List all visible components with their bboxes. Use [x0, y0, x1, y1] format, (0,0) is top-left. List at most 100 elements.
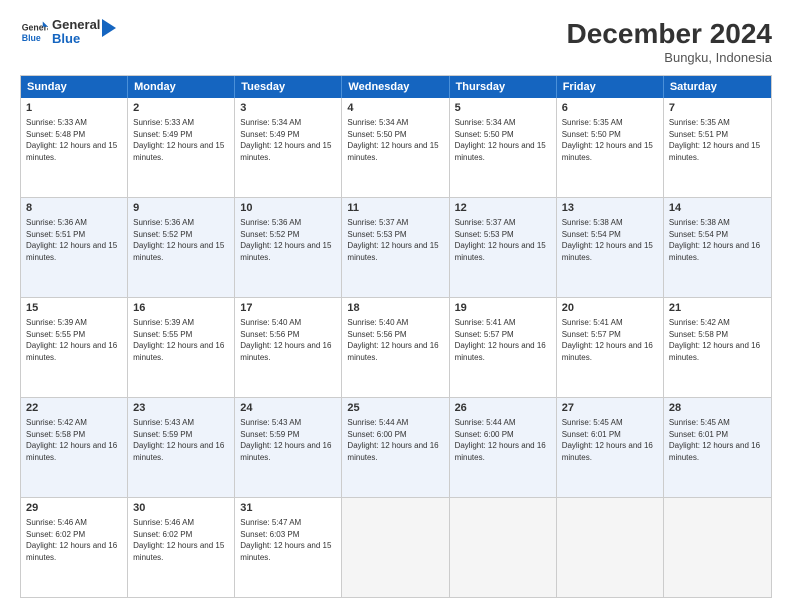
- cell-info: Sunrise: 5:43 AMSunset: 5:59 PMDaylight:…: [240, 418, 331, 462]
- day-num: 3: [240, 101, 336, 116]
- month-title: December 2024: [567, 18, 772, 50]
- cal-row-5: 29 Sunrise: 5:46 AMSunset: 6:02 PMDaylig…: [21, 497, 771, 597]
- cell-info: Sunrise: 5:36 AMSunset: 5:52 PMDaylight:…: [133, 218, 224, 262]
- cell-info: Sunrise: 5:39 AMSunset: 5:55 PMDaylight:…: [26, 318, 117, 362]
- header-monday: Monday: [128, 76, 235, 98]
- svg-text:Blue: Blue: [22, 33, 41, 43]
- day-num: 17: [240, 301, 336, 316]
- location-subtitle: Bungku, Indonesia: [567, 50, 772, 65]
- calendar: Sunday Monday Tuesday Wednesday Thursday…: [20, 75, 772, 598]
- cell-5: 5 Sunrise: 5:34 AMSunset: 5:50 PMDayligh…: [450, 98, 557, 197]
- cell-30: 30 Sunrise: 5:46 AMSunset: 6:02 PMDaylig…: [128, 498, 235, 597]
- logo-text-general: General: [52, 18, 100, 32]
- cell-info: Sunrise: 5:35 AMSunset: 5:50 PMDaylight:…: [562, 118, 653, 162]
- day-num: 6: [562, 101, 658, 116]
- cell-info: Sunrise: 5:37 AMSunset: 5:53 PMDaylight:…: [347, 218, 438, 262]
- logo-text-blue: Blue: [52, 32, 100, 46]
- cell-info: Sunrise: 5:45 AMSunset: 6:01 PMDaylight:…: [562, 418, 653, 462]
- logo-icon: General Blue: [20, 18, 48, 46]
- cell-info: Sunrise: 5:40 AMSunset: 5:56 PMDaylight:…: [347, 318, 438, 362]
- cell-info: Sunrise: 5:44 AMSunset: 6:00 PMDaylight:…: [347, 418, 438, 462]
- cell-info: Sunrise: 5:33 AMSunset: 5:48 PMDaylight:…: [26, 118, 117, 162]
- cell-empty-3: [557, 498, 664, 597]
- cell-10: 10 Sunrise: 5:36 AMSunset: 5:52 PMDaylig…: [235, 198, 342, 297]
- cell-info: Sunrise: 5:43 AMSunset: 5:59 PMDaylight:…: [133, 418, 224, 462]
- cell-3: 3 Sunrise: 5:34 AMSunset: 5:49 PMDayligh…: [235, 98, 342, 197]
- cell-info: Sunrise: 5:47 AMSunset: 6:03 PMDaylight:…: [240, 518, 331, 562]
- title-block: December 2024 Bungku, Indonesia: [567, 18, 772, 65]
- cell-info: Sunrise: 5:34 AMSunset: 5:50 PMDaylight:…: [347, 118, 438, 162]
- cell-info: Sunrise: 5:38 AMSunset: 5:54 PMDaylight:…: [562, 218, 653, 262]
- cell-4: 4 Sunrise: 5:34 AMSunset: 5:50 PMDayligh…: [342, 98, 449, 197]
- page: General Blue General Blue December 2024 …: [0, 0, 792, 612]
- cell-22: 22 Sunrise: 5:42 AMSunset: 5:58 PMDaylig…: [21, 398, 128, 497]
- cell-empty-2: [450, 498, 557, 597]
- cell-7: 7 Sunrise: 5:35 AMSunset: 5:51 PMDayligh…: [664, 98, 771, 197]
- day-num: 12: [455, 201, 551, 216]
- cell-14: 14 Sunrise: 5:38 AMSunset: 5:54 PMDaylig…: [664, 198, 771, 297]
- cell-info: Sunrise: 5:39 AMSunset: 5:55 PMDaylight:…: [133, 318, 224, 362]
- day-num: 29: [26, 501, 122, 516]
- cell-21: 21 Sunrise: 5:42 AMSunset: 5:58 PMDaylig…: [664, 298, 771, 397]
- cell-13: 13 Sunrise: 5:38 AMSunset: 5:54 PMDaylig…: [557, 198, 664, 297]
- cell-info: Sunrise: 5:42 AMSunset: 5:58 PMDaylight:…: [669, 318, 760, 362]
- day-num: 10: [240, 201, 336, 216]
- day-num: 19: [455, 301, 551, 316]
- day-num: 23: [133, 401, 229, 416]
- cal-row-1: 1 Sunrise: 5:33 AMSunset: 5:48 PMDayligh…: [21, 98, 771, 197]
- day-num: 11: [347, 201, 443, 216]
- cell-9: 9 Sunrise: 5:36 AMSunset: 5:52 PMDayligh…: [128, 198, 235, 297]
- day-num: 30: [133, 501, 229, 516]
- day-num: 4: [347, 101, 443, 116]
- cell-info: Sunrise: 5:37 AMSunset: 5:53 PMDaylight:…: [455, 218, 546, 262]
- cell-19: 19 Sunrise: 5:41 AMSunset: 5:57 PMDaylig…: [450, 298, 557, 397]
- cell-23: 23 Sunrise: 5:43 AMSunset: 5:59 PMDaylig…: [128, 398, 235, 497]
- day-num: 7: [669, 101, 766, 116]
- day-num: 24: [240, 401, 336, 416]
- day-num: 8: [26, 201, 122, 216]
- day-num: 31: [240, 501, 336, 516]
- day-num: 1: [26, 101, 122, 116]
- cell-info: Sunrise: 5:33 AMSunset: 5:49 PMDaylight:…: [133, 118, 224, 162]
- cell-info: Sunrise: 5:41 AMSunset: 5:57 PMDaylight:…: [455, 318, 546, 362]
- cell-empty-1: [342, 498, 449, 597]
- header-friday: Friday: [557, 76, 664, 98]
- cell-info: Sunrise: 5:36 AMSunset: 5:52 PMDaylight:…: [240, 218, 331, 262]
- cal-row-3: 15 Sunrise: 5:39 AMSunset: 5:55 PMDaylig…: [21, 297, 771, 397]
- cell-info: Sunrise: 5:41 AMSunset: 5:57 PMDaylight:…: [562, 318, 653, 362]
- cell-info: Sunrise: 5:34 AMSunset: 5:50 PMDaylight:…: [455, 118, 546, 162]
- header-saturday: Saturday: [664, 76, 771, 98]
- header-wednesday: Wednesday: [342, 76, 449, 98]
- cell-26: 26 Sunrise: 5:44 AMSunset: 6:00 PMDaylig…: [450, 398, 557, 497]
- cell-info: Sunrise: 5:38 AMSunset: 5:54 PMDaylight:…: [669, 218, 760, 262]
- day-num: 16: [133, 301, 229, 316]
- day-num: 14: [669, 201, 766, 216]
- day-num: 9: [133, 201, 229, 216]
- day-num: 15: [26, 301, 122, 316]
- cell-empty-4: [664, 498, 771, 597]
- header-tuesday: Tuesday: [235, 76, 342, 98]
- cell-27: 27 Sunrise: 5:45 AMSunset: 6:01 PMDaylig…: [557, 398, 664, 497]
- cell-info: Sunrise: 5:40 AMSunset: 5:56 PMDaylight:…: [240, 318, 331, 362]
- day-num: 21: [669, 301, 766, 316]
- cell-12: 12 Sunrise: 5:37 AMSunset: 5:53 PMDaylig…: [450, 198, 557, 297]
- cell-18: 18 Sunrise: 5:40 AMSunset: 5:56 PMDaylig…: [342, 298, 449, 397]
- cal-row-4: 22 Sunrise: 5:42 AMSunset: 5:58 PMDaylig…: [21, 397, 771, 497]
- day-num: 5: [455, 101, 551, 116]
- cell-25: 25 Sunrise: 5:44 AMSunset: 6:00 PMDaylig…: [342, 398, 449, 497]
- cell-17: 17 Sunrise: 5:40 AMSunset: 5:56 PMDaylig…: [235, 298, 342, 397]
- cell-info: Sunrise: 5:42 AMSunset: 5:58 PMDaylight:…: [26, 418, 117, 462]
- logo: General Blue General Blue: [20, 18, 116, 47]
- cell-info: Sunrise: 5:46 AMSunset: 6:02 PMDaylight:…: [133, 518, 224, 562]
- cell-11: 11 Sunrise: 5:37 AMSunset: 5:53 PMDaylig…: [342, 198, 449, 297]
- cell-info: Sunrise: 5:44 AMSunset: 6:00 PMDaylight:…: [455, 418, 546, 462]
- calendar-body: 1 Sunrise: 5:33 AMSunset: 5:48 PMDayligh…: [21, 98, 771, 597]
- cell-info: Sunrise: 5:46 AMSunset: 6:02 PMDaylight:…: [26, 518, 117, 562]
- cell-info: Sunrise: 5:35 AMSunset: 5:51 PMDaylight:…: [669, 118, 760, 162]
- header-thursday: Thursday: [450, 76, 557, 98]
- day-num: 2: [133, 101, 229, 116]
- cell-info: Sunrise: 5:45 AMSunset: 6:01 PMDaylight:…: [669, 418, 760, 462]
- day-num: 13: [562, 201, 658, 216]
- cell-20: 20 Sunrise: 5:41 AMSunset: 5:57 PMDaylig…: [557, 298, 664, 397]
- day-num: 26: [455, 401, 551, 416]
